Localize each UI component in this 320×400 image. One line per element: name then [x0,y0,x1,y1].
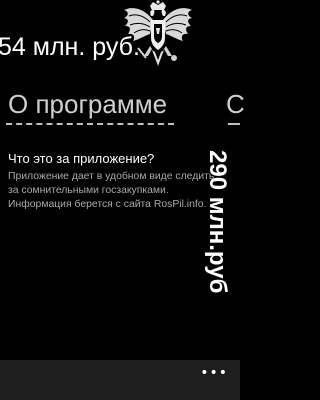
question-heading: Что это за приложение? [8,151,155,166]
side-vertical-amount[interactable]: 290 млн.руб [203,150,231,293]
app-bar: ••• [0,360,240,400]
app-description: Приложение дает в удобном виде следить з… [8,171,215,210]
next-section-underline [228,123,240,125]
section-title-underline [6,123,174,125]
russian-coat-of-arms-icon [124,0,192,66]
more-dots-icon[interactable]: ••• [200,366,228,380]
section-title: О программе [8,89,168,119]
next-section-title-peek[interactable]: С [226,88,245,120]
header-amount: 54 млн. руб. [0,33,140,61]
